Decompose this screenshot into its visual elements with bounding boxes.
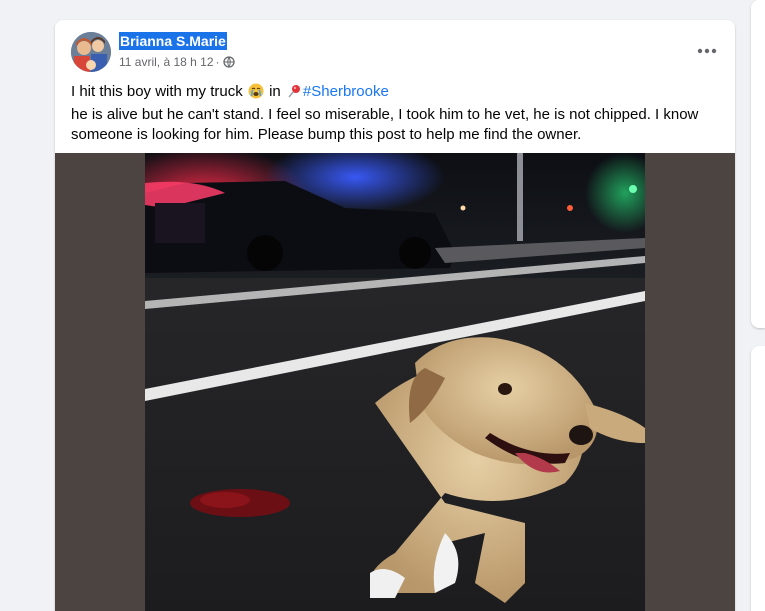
side-card-top <box>751 0 765 328</box>
post-photo[interactable] <box>145 153 645 611</box>
more-options-button[interactable] <box>689 32 725 68</box>
avatar[interactable] <box>71 32 111 72</box>
crying-face-emoji-icon <box>248 83 264 105</box>
more-options-icon <box>697 41 717 59</box>
post-text-line-1: I hit this boy with my truck in #Sherbro… <box>71 82 719 105</box>
post-meta: 11 avril, à 18 h 12 · <box>119 54 235 72</box>
post-text-line-3: someone is looking for him. Please bump … <box>71 126 582 143</box>
hashtag-link[interactable]: #Sherbrooke <box>303 83 389 100</box>
post-text-in: in <box>269 83 281 100</box>
side-card-bottom <box>751 346 765 611</box>
post-text-line-2: he is alive but he can't stand. I feel s… <box>71 106 699 123</box>
feed-page: Brianna S.Marie 11 avril, à 18 h 12 · I … <box>0 0 765 611</box>
post-header: Brianna S.Marie 11 avril, à 18 h 12 · <box>71 32 719 76</box>
globe-icon <box>222 56 235 72</box>
post-text: I hit this boy with my truck in #Sherbro… <box>71 82 719 145</box>
post-card: Brianna S.Marie 11 avril, à 18 h 12 · I … <box>55 20 735 611</box>
post-timestamp[interactable]: 11 avril, à 18 h 12 <box>119 55 214 69</box>
post-text-segment: I hit this boy with my truck <box>71 83 243 100</box>
post-media-frame <box>55 153 735 611</box>
author-name[interactable]: Brianna S.Marie <box>119 32 227 50</box>
round-pushpin-icon <box>286 83 302 105</box>
meta-separator: · <box>215 55 220 69</box>
